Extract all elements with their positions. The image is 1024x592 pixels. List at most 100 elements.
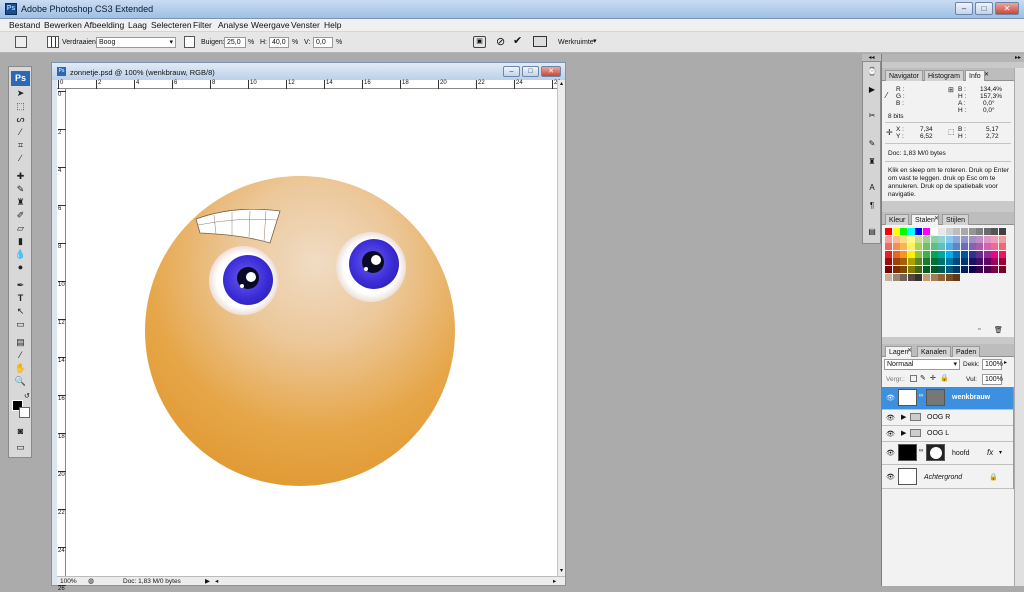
type-tool-icon[interactable]: T (13, 292, 28, 304)
color-swatch[interactable] (900, 266, 908, 273)
color-swatch[interactable] (938, 228, 946, 235)
color-swatch[interactable] (991, 258, 999, 266)
color-swatch[interactable] (923, 258, 930, 266)
color-swatch[interactable] (885, 258, 892, 266)
lock-pixels-icon[interactable]: ✎ (920, 374, 926, 382)
blend-mode-select[interactable]: Normaal ▾ (884, 359, 960, 370)
color-swatch[interactable] (892, 273, 900, 281)
color-swatch[interactable] (938, 243, 946, 251)
color-swatch[interactable] (907, 228, 915, 235)
color-swatch[interactable] (961, 258, 968, 266)
workspace-menu[interactable]: Werkruimte (558, 39, 594, 46)
minimize-button[interactable]: – (955, 2, 973, 15)
quick-mask-icon[interactable]: ◙ (13, 425, 28, 437)
scroll-left-icon[interactable]: ◂ (215, 577, 218, 585)
menu-selecteren[interactable]: Selecteren (151, 20, 192, 30)
color-swatch[interactable] (976, 243, 984, 251)
zoom-level[interactable]: 100% (60, 578, 77, 585)
color-swatch[interactable] (923, 273, 930, 281)
menu-filter[interactable]: Filter (193, 20, 212, 30)
color-swatch[interactable] (907, 235, 915, 243)
color-swatch[interactable] (885, 266, 892, 273)
visibility-eye-icon[interactable]: 👁 (886, 473, 895, 481)
color-swatch[interactable] (885, 228, 892, 235)
color-swatch[interactable] (915, 273, 923, 281)
delete-swatch-icon[interactable]: 🗑 (994, 326, 1003, 334)
color-swatch[interactable] (945, 228, 953, 235)
cancel-transform-icon[interactable]: ⊘ (496, 35, 505, 48)
color-swatch[interactable] (915, 266, 923, 273)
actions-panel-icon[interactable]: ▶ (866, 84, 878, 95)
doc-minimize-button[interactable]: – (503, 66, 520, 77)
color-swatch[interactable] (968, 243, 976, 251)
color-swatch[interactable] (930, 258, 938, 266)
color-swatch[interactable] (915, 258, 923, 266)
visibility-eye-icon[interactable]: 👁 (886, 449, 895, 457)
chevron-down-icon[interactable]: ▾ (999, 449, 1002, 456)
close-tab-icon[interactable]: ✕ (907, 347, 912, 354)
color-swatch[interactable] (907, 258, 915, 266)
color-swatch[interactable] (991, 228, 999, 235)
tab-navigator[interactable]: Navigator (885, 70, 923, 81)
color-swatch[interactable] (976, 228, 984, 235)
character-panel-icon[interactable]: A (866, 182, 878, 193)
color-swatch[interactable] (945, 243, 953, 251)
background-color-swatch[interactable] (19, 407, 30, 418)
status-icon[interactable]: ◍ (88, 577, 94, 585)
color-swatch[interactable] (885, 273, 892, 281)
switch-warp-mode-icon[interactable]: ▣ (473, 36, 486, 48)
brush-tool-icon[interactable]: ✎ (13, 183, 28, 195)
color-swatch[interactable] (945, 258, 953, 266)
color-swatch[interactable] (953, 273, 961, 281)
color-swatch[interactable] (991, 250, 999, 258)
color-swatch[interactable] (930, 235, 938, 243)
color-swatch[interactable] (907, 250, 915, 258)
status-menu-arrow-icon[interactable]: ▶ (205, 577, 210, 585)
dodge-tool-icon[interactable]: ● (13, 261, 28, 273)
color-swatch[interactable] (892, 235, 900, 243)
color-swatch[interactable] (923, 235, 930, 243)
layer-row-achtergrond[interactable]: 👁 Achtergrond 🔒 (882, 465, 1013, 489)
color-swatch[interactable] (907, 273, 915, 281)
color-swatch[interactable] (968, 258, 976, 266)
color-swatch[interactable] (953, 250, 961, 258)
v-distortion-field[interactable]: 0,0 (313, 37, 333, 48)
visibility-eye-icon[interactable]: 👁 (886, 394, 895, 402)
eyedropper-tool-icon[interactable]: ⁄ (13, 349, 28, 361)
lock-position-icon[interactable]: ✛ (930, 374, 936, 382)
color-swatch[interactable] (983, 235, 991, 243)
color-swatch[interactable] (923, 266, 930, 273)
color-swatch[interactable] (961, 243, 968, 251)
transform-tool-icon[interactable] (15, 36, 27, 48)
color-swatch[interactable] (961, 235, 968, 243)
color-swatch[interactable] (923, 250, 930, 258)
magic-wand-tool-icon[interactable]: ⁄ (13, 126, 28, 138)
color-swatch[interactable] (900, 258, 908, 266)
layer-effects-icon[interactable]: fx (987, 448, 993, 457)
color-swatch[interactable] (892, 266, 900, 273)
color-swatch[interactable] (999, 250, 1006, 258)
color-swatch[interactable] (930, 243, 938, 251)
color-swatch[interactable] (961, 266, 968, 273)
lock-transparency-icon[interactable] (910, 375, 917, 382)
menu-weergave[interactable]: Weergave (251, 20, 290, 30)
bridge-icon[interactable] (533, 36, 547, 47)
pen-tool-icon[interactable]: ✒ (13, 279, 28, 291)
color-swatch[interactable] (945, 273, 953, 281)
color-swatch[interactable] (938, 235, 946, 243)
visibility-eye-icon[interactable]: 👁 (886, 430, 895, 438)
new-swatch-icon[interactable]: ▫ (978, 326, 980, 333)
color-swatch[interactable] (885, 250, 892, 258)
canvas[interactable] (66, 89, 557, 577)
color-swatch[interactable] (991, 243, 999, 251)
commit-transform-icon[interactable]: ✔ (513, 34, 522, 47)
layer-row-hoofd[interactable]: 👁 ∞ hoofd fx ▾ (882, 442, 1013, 465)
menu-help[interactable]: Help (324, 20, 341, 30)
shape-tool-icon[interactable]: ▭ (13, 318, 28, 330)
color-swatch[interactable] (945, 250, 953, 258)
color-swatch[interactable] (991, 235, 999, 243)
color-swatch[interactable] (976, 235, 984, 243)
color-swatch[interactable] (983, 266, 991, 273)
color-swatch[interactable] (892, 250, 900, 258)
expand-group-icon[interactable]: ▶ (901, 413, 906, 421)
